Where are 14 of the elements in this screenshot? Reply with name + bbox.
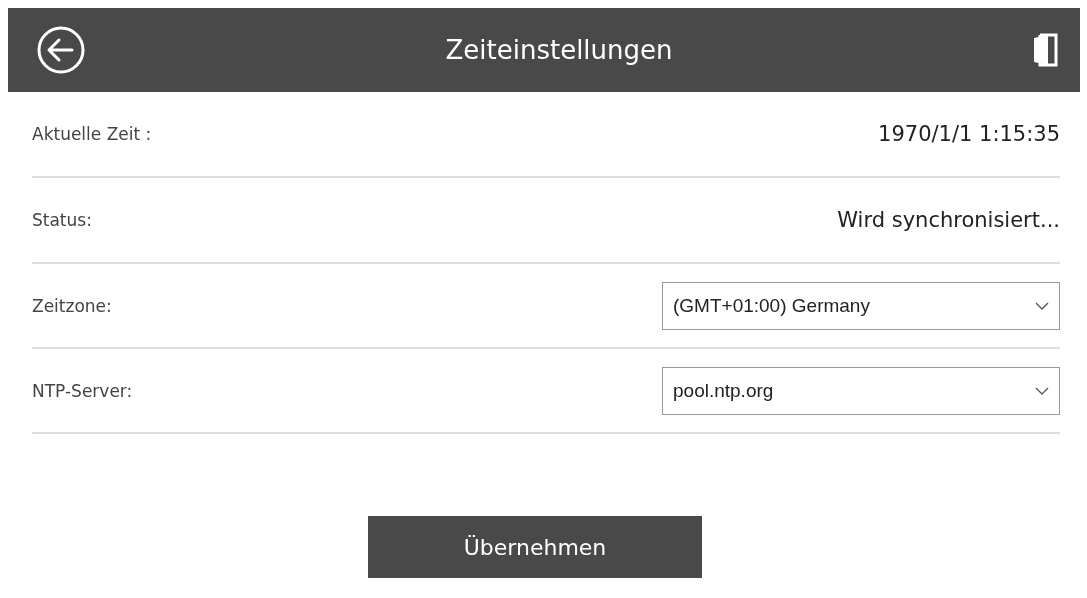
field-label: Status: <box>32 210 92 230</box>
field-label: Zeitzone: <box>32 295 112 316</box>
field-label: Aktuelle Zeit : <box>32 124 152 144</box>
dropdown-field[interactable]: pool.ntp.org <box>662 366 1060 415</box>
dropdown-field[interactable]: (GMT+01:00) Germany <box>662 281 1060 330</box>
field-label: NTP-Server: <box>32 380 133 401</box>
field-value: 1970/1/1 1:15:35 <box>878 122 1060 146</box>
apply-button[interactable]: Übernehmen <box>368 516 702 578</box>
chevron-down-icon <box>1035 386 1049 395</box>
screen-title: Zeiteinstellungen <box>445 35 673 65</box>
back-icon[interactable] <box>36 25 86 75</box>
field-value: Wird synchronisiert... <box>837 208 1060 232</box>
exit-icon[interactable] <box>1032 32 1058 68</box>
chevron-down-icon <box>1035 301 1049 310</box>
